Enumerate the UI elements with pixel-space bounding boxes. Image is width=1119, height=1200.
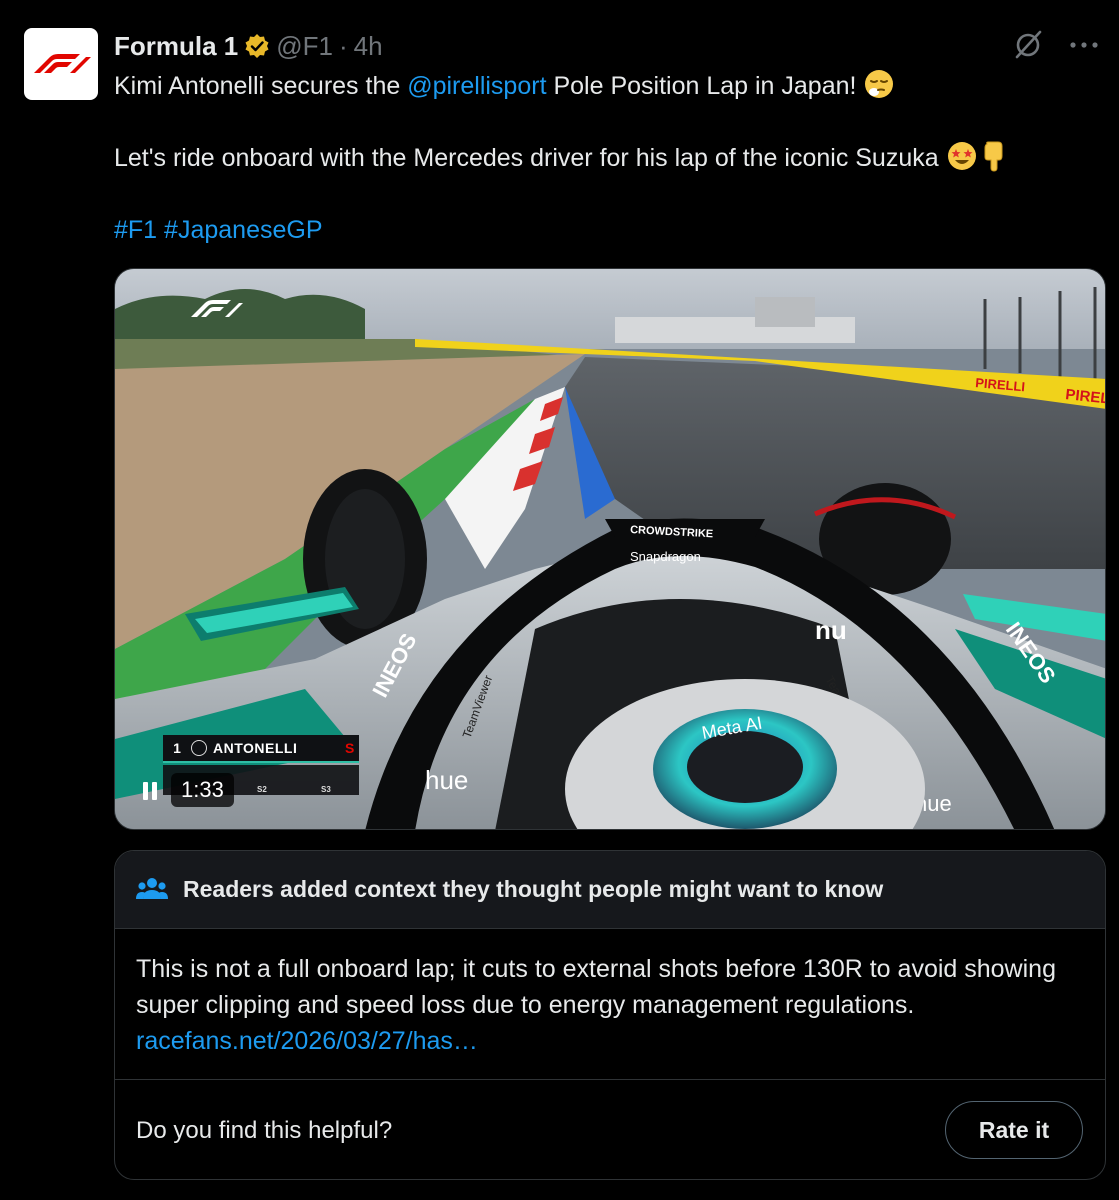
verified-badge-icon[interactable] (244, 33, 270, 59)
community-note-header[interactable]: Readers added context they thought peopl… (115, 851, 1105, 929)
community-note-link[interactable]: racefans.net/2026/03/27/has… (136, 1027, 478, 1055)
post-line-1: Kimi Antonelli secures the @pirellisport… (114, 68, 1104, 104)
community-note-title: Readers added context they thought peopl… (183, 876, 884, 902)
hud-position: 1 (173, 740, 181, 756)
community-note-body: This is not a full onboard lap; it cuts … (136, 951, 1086, 1059)
post-line-2-text: Let's ride onboard with the Mercedes dri… (114, 144, 946, 172)
helpful-question: Do you find this helpful? (136, 1117, 393, 1144)
nose-sponsor-text: Snapdragon (630, 549, 701, 564)
hashtag-japanesegp[interactable]: #JapaneseGP (164, 216, 322, 244)
mercedes-logo-icon (191, 740, 207, 756)
hud-sector-3: S3 (321, 785, 331, 794)
f1-logo-icon (34, 54, 91, 73)
video-player[interactable]: PIRELLI PIRELLI CROWDSTRIKE Snapdragon I… (114, 268, 1106, 830)
more-icon[interactable] (1067, 28, 1101, 62)
post-line-2: Let's ride onboard with the Mercedes dri… (114, 140, 1104, 176)
grok-icon[interactable] (1011, 28, 1045, 62)
star-struck-emoji-icon (946, 140, 978, 172)
post-actions-top (1011, 28, 1101, 62)
people-icon (135, 873, 169, 907)
author-name[interactable]: Formula 1 (114, 31, 238, 62)
post-timestamp[interactable]: 4h (354, 31, 383, 62)
mention-pirellisport[interactable]: @pirellisport (407, 72, 546, 100)
hud-sector-2: S2 (257, 785, 267, 794)
relieved-face-emoji-icon (863, 68, 895, 100)
post-line-1-suffix: Pole Position Lap in Japan! (546, 72, 864, 100)
separator-dot: · (339, 30, 348, 61)
nu-sponsor-text: nu (815, 615, 847, 645)
community-note-text: This is not a full onboard lap; it cuts … (136, 955, 1056, 1019)
rate-it-button[interactable]: Rate it (945, 1101, 1083, 1159)
post-text: Kimi Antonelli secures the @pirellisport… (114, 68, 1104, 248)
post-hashtags: #F1 #JapaneseGP (114, 212, 1104, 248)
post-header: Formula 1 @F1 · 4h (114, 30, 383, 62)
author-avatar[interactable] (24, 28, 98, 100)
pause-icon[interactable] (137, 777, 163, 805)
divider (115, 1079, 1105, 1080)
hud-flag: S (345, 740, 355, 756)
hue-left-text: hue (425, 765, 468, 795)
community-note: Readers added context they thought peopl… (114, 850, 1106, 1180)
hud-driver-row: 1 ANTONELLI S (163, 735, 359, 763)
video-time: 1:33 (171, 773, 234, 807)
author-handle[interactable]: @F1 (276, 31, 333, 62)
pointing-down-emoji-icon (978, 140, 1010, 172)
post-line-1-prefix: Kimi Antonelli secures the (114, 72, 408, 100)
hud-driver-name: ANTONELLI (213, 740, 298, 756)
hashtag-f1[interactable]: #F1 (114, 216, 157, 244)
